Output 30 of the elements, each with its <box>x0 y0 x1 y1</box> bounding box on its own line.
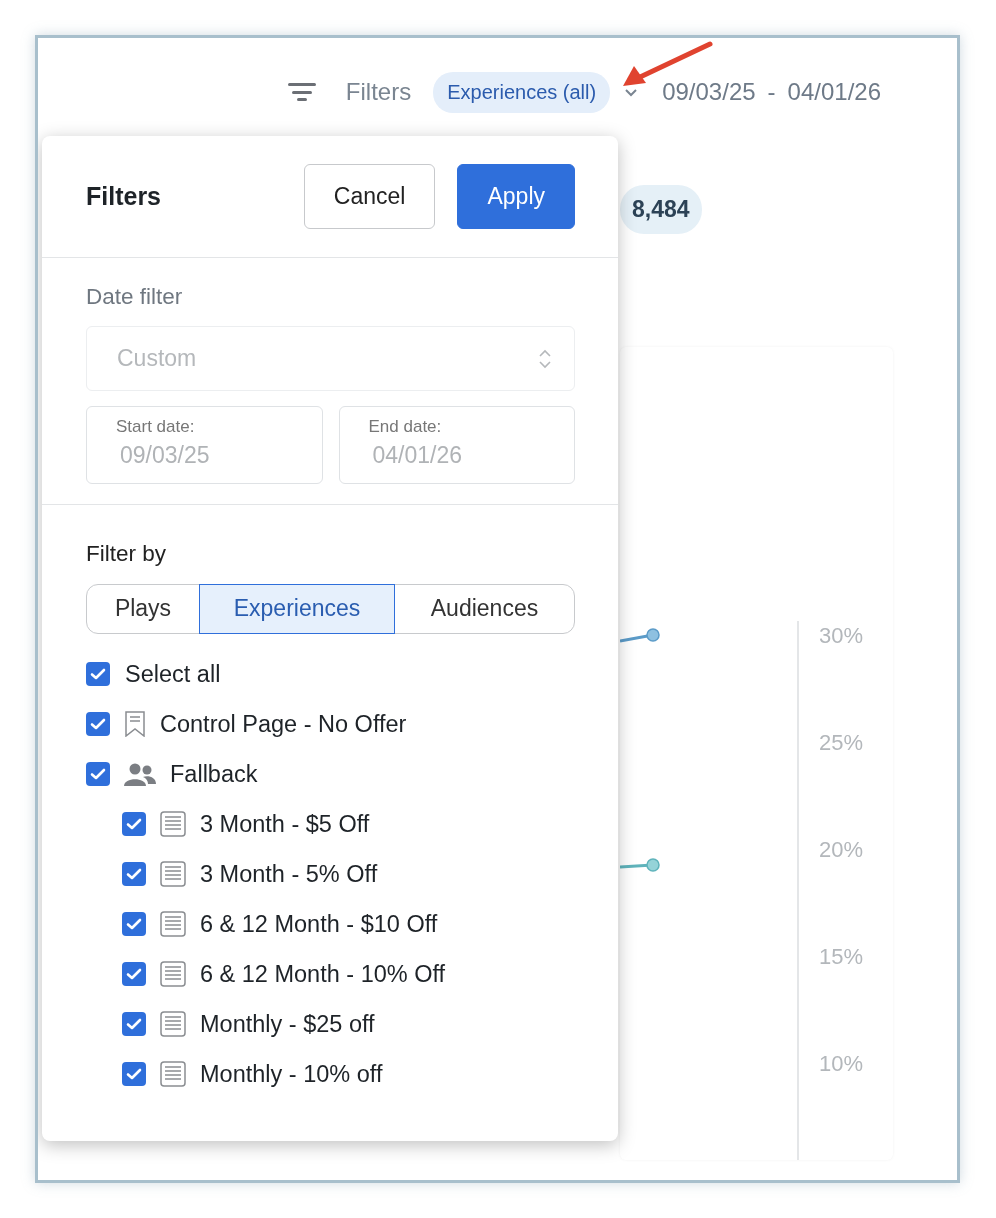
filters-label[interactable]: Filters <box>345 78 412 106</box>
end-date-field[interactable]: End date: 04/01/26 <box>338 406 575 484</box>
option-label[interactable]: 6 & 12 Month - $10 Off <box>200 910 438 938</box>
option-label[interactable]: 6 & 12 Month - 10% Off <box>200 960 446 988</box>
start-date-field[interactable]: Start date: 09/03/25 <box>86 406 323 484</box>
axis-label: 15% <box>819 943 864 971</box>
option-label[interactable]: Monthly - $25 off <box>200 1010 375 1038</box>
option-label[interactable]: Select all <box>125 660 221 688</box>
option-label[interactable]: Monthly - 10% off <box>200 1060 383 1088</box>
filter-chip[interactable]: Experiences (all) <box>433 71 611 113</box>
section-label: Filter by <box>86 541 167 567</box>
filter-tab[interactable]: Plays <box>87 583 199 634</box>
panel-title: Filters <box>86 182 163 211</box>
start-date: 09/03/25 <box>662 78 756 106</box>
filter-tab[interactable]: Experiences <box>199 583 395 634</box>
axis-label: 25% <box>819 729 864 757</box>
count-badge: 8,484 <box>620 185 702 234</box>
apply-button[interactable]: Apply <box>457 164 575 229</box>
axis-label: 10% <box>819 1050 864 1078</box>
date-separator: - <box>767 78 776 106</box>
option-label[interactable]: 3 Month - $5 Off <box>200 810 370 838</box>
option-label[interactable]: Control Page - No Offer <box>160 710 407 738</box>
axis-label: 30% <box>819 622 864 650</box>
axis-label: 20% <box>819 836 864 864</box>
cancel-button[interactable]: Cancel <box>303 164 436 229</box>
option-label[interactable]: 3 Month - 5% Off <box>200 860 378 888</box>
filter-tab[interactable]: Audiences <box>395 583 574 634</box>
section-label: Date filter <box>86 284 184 310</box>
end-date: 04/01/26 <box>787 78 881 106</box>
option-label[interactable]: Fallback <box>170 760 258 788</box>
